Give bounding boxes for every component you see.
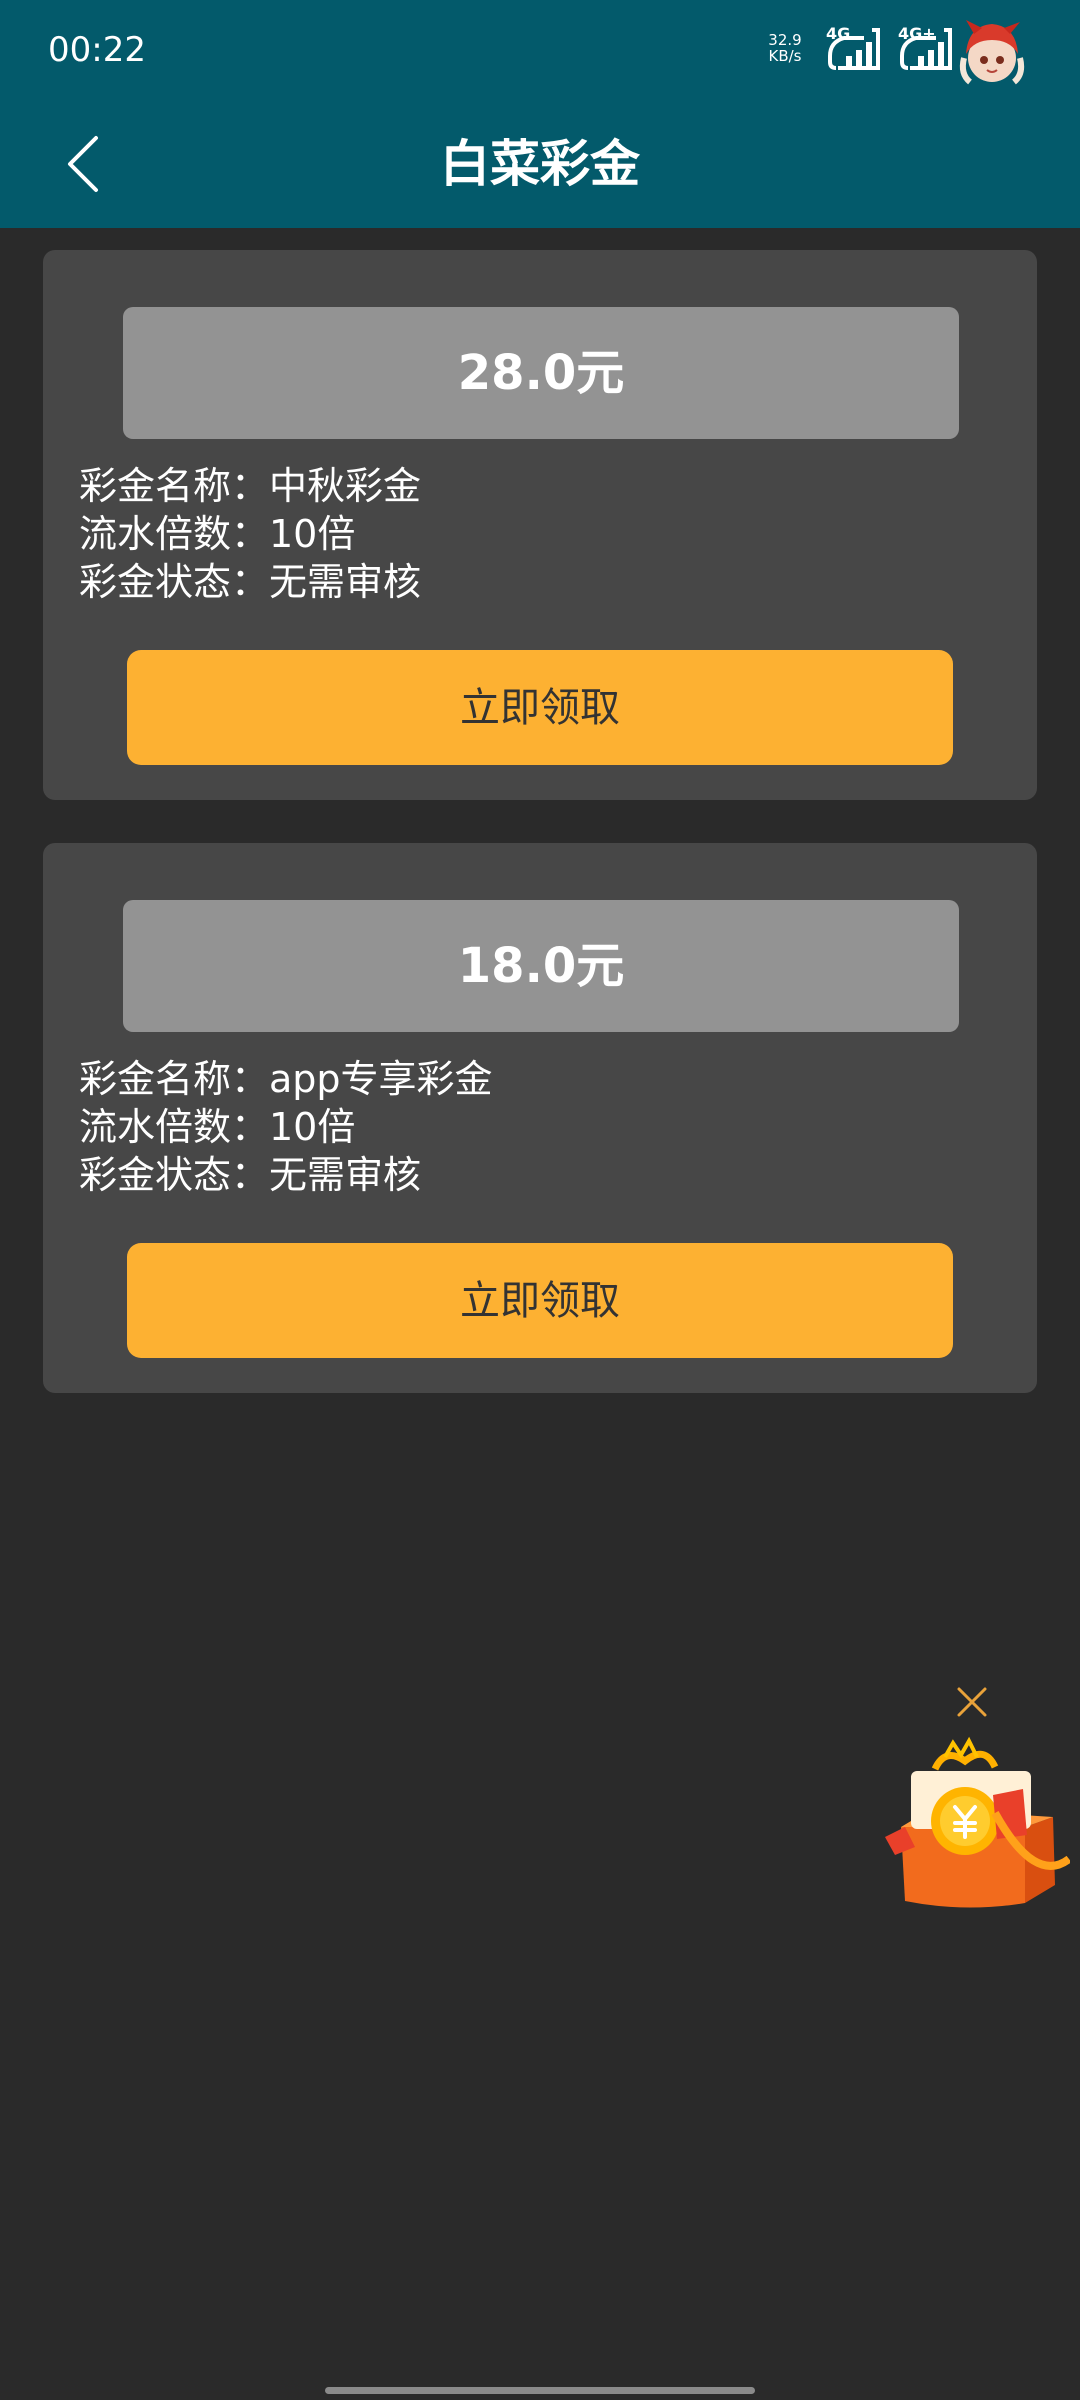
bonus-multiplier: 流水倍数：10倍 [79,512,356,556]
home-indicator [325,2387,755,2394]
page-title: 白菜彩金 [440,135,640,193]
bonus-info: 彩金名称：app专享彩金 流水倍数：10倍 彩金状态：无需审核 [79,1055,493,1199]
network-speed: 32.9 KB/s [760,32,810,64]
bonus-card: 18.0元 彩金名称：app专享彩金 流水倍数：10倍 彩金状态：无需审核 立即… [43,843,1037,1393]
bonus-amount: 18.0元 [123,900,959,1032]
signal-icon: 4G [826,24,882,74]
network-speed-value: 32.9 [768,31,802,49]
header: 白菜彩金 [0,100,1080,228]
gift-box-icon[interactable] [875,1735,1070,1910]
chevron-left-icon[interactable] [56,124,136,204]
bonus-name: 彩金名称：app专享彩金 [79,1057,493,1101]
status-bar: 00:22 32.9 KB/s 4G 4G+ [0,0,1080,100]
close-icon[interactable] [953,1683,991,1721]
bonus-multiplier: 流水倍数：10倍 [79,1105,356,1149]
avatar-icon [959,20,1025,85]
status-time: 00:22 [48,30,146,70]
bonus-name: 彩金名称：中秋彩金 [79,464,422,508]
signal-plus-icon: 4G+ [898,24,954,74]
bonus-status: 彩金状态：无需审核 [79,560,422,604]
bonus-status: 彩金状态：无需审核 [79,1153,422,1197]
network-speed-unit: KB/s [768,47,802,65]
bonus-card: 28.0元 彩金名称：中秋彩金 流水倍数：10倍 彩金状态：无需审核 立即领取 [43,250,1037,800]
claim-button[interactable]: 立即领取 [127,650,953,765]
bonus-info: 彩金名称：中秋彩金 流水倍数：10倍 彩金状态：无需审核 [79,462,421,606]
claim-button[interactable]: 立即领取 [127,1243,953,1358]
bonus-amount: 28.0元 [123,307,959,439]
